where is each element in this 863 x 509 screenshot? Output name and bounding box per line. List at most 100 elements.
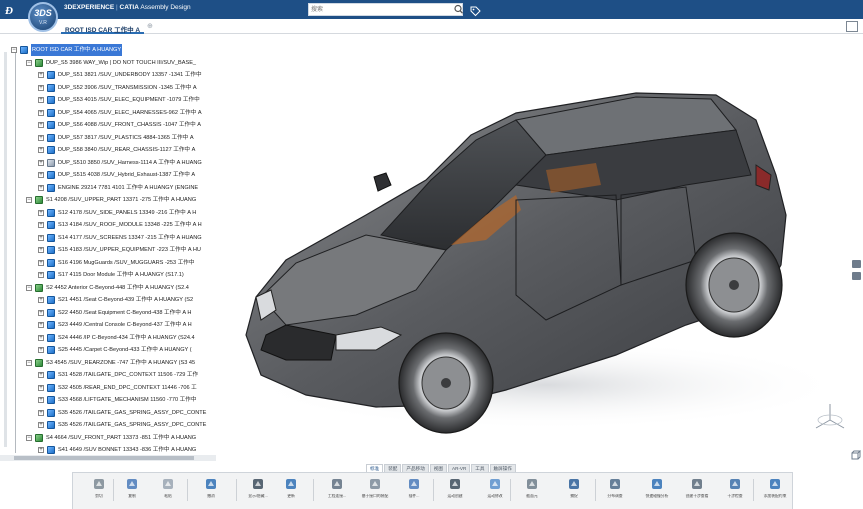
tree-node[interactable]: − DUP_S5 3986 WAY_Wip | DO NOT TOUCH III/…: [0, 57, 216, 69]
side-panel-expand-icon[interactable]: [852, 272, 861, 280]
tree-expand-toggle-icon[interactable]: +: [38, 184, 44, 191]
action-tab[interactable]: 装配: [384, 464, 402, 472]
tree-node[interactable]: + S33 4568 /LIFTGATE_MECHANISM 11560 -770…: [0, 394, 216, 406]
tree-expand-toggle-icon[interactable]: +: [38, 234, 44, 241]
tree-expand-toggle-icon[interactable]: +: [38, 209, 44, 216]
tree-node[interactable]: + S24 4446 /IP C-Beyond-434 工作中 A HUANGY …: [0, 332, 216, 344]
tool-button[interactable]: 创建干涉查看: [685, 475, 709, 507]
tree-expand-toggle-icon[interactable]: +: [38, 334, 44, 341]
tool-button[interactable]: 插件...: [402, 475, 426, 507]
tool-button[interactable]: 粘贴: [156, 475, 180, 507]
tree-vertical-scrollbar[interactable]: [4, 52, 7, 447]
action-tab[interactable]: 视图: [429, 464, 447, 472]
tree-node[interactable]: + DUP_S515 4038 /SUV_Hybrid_Exhaust-1387 …: [0, 169, 216, 181]
tree-node[interactable]: + S21 4451 /Seat C-Beyond-439 工作中 A HUANG…: [0, 294, 216, 306]
tree-expand-toggle-icon[interactable]: +: [38, 147, 44, 153]
tree-node[interactable]: − S4 4664 /SUV_FRONT_PART 13373 -851 工作中 …: [0, 432, 216, 444]
tree-horizontal-scrollbar[interactable]: [0, 455, 216, 461]
tree-expand-toggle-icon[interactable]: −: [26, 284, 32, 291]
tree-expand-toggle-icon[interactable]: +: [38, 109, 44, 116]
tool-button[interactable]: 截面元: [520, 475, 544, 507]
tree-expand-toggle-icon[interactable]: +: [38, 259, 44, 266]
tree-node[interactable]: − S2 4452 Anterior C-Beyond-448 工作中 A HUA…: [0, 282, 216, 294]
tree-expand-toggle-icon[interactable]: +: [38, 272, 44, 278]
tree-node[interactable]: − S3 4545 /SUV_REARZONE -747 工作中 A HUANGY…: [0, 357, 216, 369]
action-tab[interactable]: 标准: [366, 464, 384, 472]
action-tab[interactable]: 触屏操作: [489, 464, 516, 472]
tree-expand-toggle-icon[interactable]: +: [38, 309, 44, 316]
tree-expand-toggle-icon[interactable]: +: [38, 72, 44, 78]
tree-node[interactable]: + S31 4528 /TAILGATE_DPC_CONTEXT 11506 -7…: [0, 369, 216, 381]
tree-node[interactable]: + DUP_S52 3906 /SUV_TRANSMISSION -1345 工作…: [0, 82, 216, 94]
tree-node[interactable]: − ROOT ISD CAR 工作中 A HUANGY: [0, 44, 216, 56]
tree-expand-toggle-icon[interactable]: −: [11, 47, 17, 53]
tree-expand-toggle-icon[interactable]: +: [38, 347, 44, 353]
tree-node[interactable]: + S25 4445 /Carpet C-Beyond-433 工作中 A HUA…: [0, 344, 216, 356]
tree-node[interactable]: + S17 4115 Door Module 工作中 A HUANGY (S17.…: [0, 269, 216, 281]
side-panel-toggle-icon[interactable]: [852, 260, 861, 268]
tool-button[interactable]: 干涉检查: [723, 475, 747, 507]
tree-expand-toggle-icon[interactable]: +: [38, 422, 44, 428]
tree-expand-toggle-icon[interactable]: −: [26, 434, 32, 441]
tree-expand-toggle-icon[interactable]: +: [38, 172, 44, 178]
tool-button[interactable]: 捕捉: [562, 475, 586, 507]
tree-expand-toggle-icon[interactable]: +: [38, 409, 44, 416]
tag-button[interactable]: [470, 4, 481, 17]
tool-button[interactable]: 更新: [279, 475, 303, 507]
tree-expand-toggle-icon[interactable]: +: [38, 97, 44, 103]
car-model[interactable]: [216, 35, 863, 465]
tree-node[interactable]: + S15 4183 /SUV_UPPER_EQUIPMENT -223 工作中 …: [0, 244, 216, 256]
axis-triad-icon[interactable]: [812, 400, 848, 436]
tree-node[interactable]: + S35 4526 /TAILGATE_GAS_SPRING_ASSY_DPC_…: [0, 407, 216, 419]
tool-button[interactable]: 撤消: [199, 475, 223, 507]
tree-expand-toggle-icon[interactable]: +: [38, 247, 44, 253]
tree-scroll-thumb[interactable]: [14, 456, 194, 460]
tree-node[interactable]: + S12 4178 /SUV_SIDE_PANELS 13349 -216 工作…: [0, 207, 216, 219]
tree-node[interactable]: + DUP_S58 3840 /SUV_REAR_CHASSIS-1127 工作中…: [0, 144, 216, 156]
tree-node[interactable]: + ENGINE 29214 7781 4101 工作中 A HUANGY (EN…: [0, 182, 216, 194]
tree-expand-toggle-icon[interactable]: +: [38, 122, 44, 128]
tree-node[interactable]: − S1 4208 /SUV_UPPER_PART 13371 -275 工作中 …: [0, 194, 216, 206]
tree-expand-toggle-icon[interactable]: +: [38, 397, 44, 403]
tree-expand-toggle-icon[interactable]: +: [38, 222, 44, 228]
view-cube-icon[interactable]: [851, 450, 861, 460]
tool-button[interactable]: 添加装配约束: [763, 475, 787, 507]
tool-button[interactable]: 运动创建: [443, 475, 467, 507]
tree-expand-toggle-icon[interactable]: −: [26, 59, 32, 66]
tree-expand-toggle-icon[interactable]: −: [26, 359, 32, 366]
tool-button[interactable]: 分布调查: [603, 475, 627, 507]
tree-expand-toggle-icon[interactable]: −: [26, 197, 32, 203]
tree-expand-toggle-icon[interactable]: +: [38, 84, 44, 91]
tree-expand-toggle-icon[interactable]: +: [38, 447, 44, 453]
tool-button[interactable]: 复制: [120, 475, 144, 507]
tree-node[interactable]: + DUP_S54 4065 /SUV_ELEC_HARNESSES-962 工作…: [0, 107, 216, 119]
tool-button[interactable]: 运动修改: [483, 475, 507, 507]
search-input[interactable]: [311, 5, 446, 15]
tree-node[interactable]: + S35 4526 /TAILGATE_GAS_SPRING_ASSY_DPC_…: [0, 419, 216, 431]
tool-button[interactable]: 显示/隐藏...: [246, 475, 270, 507]
specification-tree[interactable]: − ROOT ISD CAR 工作中 A HUANGY − DUP_S5 3986 W…: [0, 39, 216, 459]
tree-node[interactable]: + S16 4196 MugGuards /SUV_MUGGUARS -253 工…: [0, 257, 216, 269]
tab-pin-icon[interactable]: ⊕: [147, 22, 153, 30]
search-box[interactable]: [308, 3, 463, 16]
search-button[interactable]: [453, 3, 464, 16]
compass-button[interactable]: 3DS V.R: [28, 2, 58, 32]
tree-expand-toggle-icon[interactable]: +: [38, 322, 44, 328]
tree-node[interactable]: + DUP_S53 4015 /SUV_ELEC_EQUIPMENT -1079 …: [0, 94, 216, 106]
tree-node[interactable]: + DUP_S56 4088 /SUV_FRONT_CHASSIS -1047 工…: [0, 119, 216, 131]
3d-viewport[interactable]: [216, 35, 863, 465]
action-tab[interactable]: 工具: [471, 464, 489, 472]
tree-expand-toggle-icon[interactable]: +: [38, 372, 44, 378]
tree-expand-toggle-icon[interactable]: +: [38, 384, 44, 391]
tree-node[interactable]: + S13 4184 /SUV_ROOF_MODULE 13348 -225 工作…: [0, 219, 216, 231]
action-tab[interactable]: 产品移动: [402, 464, 429, 472]
tool-button[interactable]: 剪切: [87, 475, 111, 507]
tree-expand-toggle-icon[interactable]: +: [38, 159, 44, 166]
tree-node[interactable]: + DUP_S510 3850 /SUV_Harness-1114 A 工作中 A…: [0, 157, 216, 169]
tree-expand-toggle-icon[interactable]: +: [38, 297, 44, 303]
tool-button[interactable]: 基于接口的装配: [362, 475, 388, 507]
window-restore-icon[interactable]: [846, 21, 858, 32]
tree-node[interactable]: + S32 4505 /REAR_END_DPC_CONTEXT 11446 -7…: [0, 382, 216, 394]
tool-button[interactable]: 工程连接...: [325, 475, 349, 507]
tree-node[interactable]: + DUP_S51 3821 /SUV_UNDERBODY 13357 -1341…: [0, 69, 216, 81]
